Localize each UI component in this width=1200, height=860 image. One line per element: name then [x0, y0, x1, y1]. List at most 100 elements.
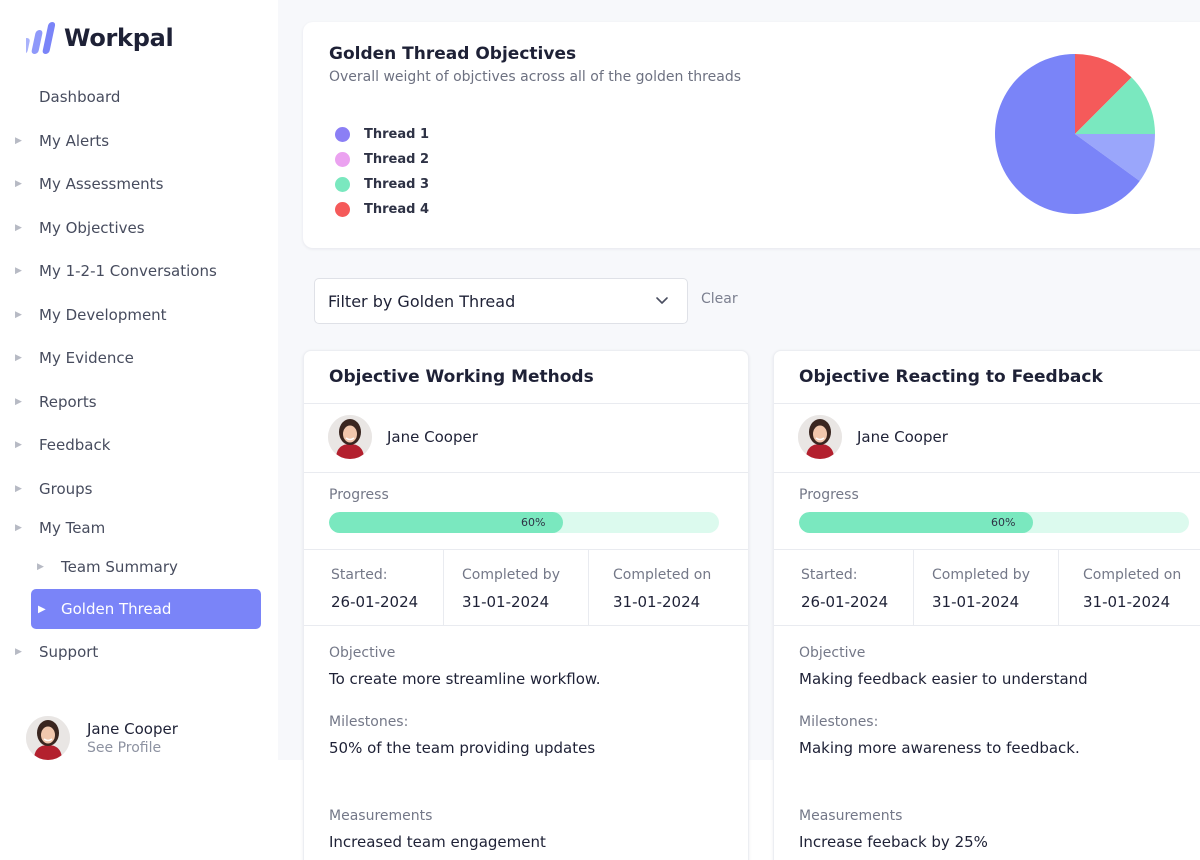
- caret-right-icon: ▶: [15, 484, 22, 494]
- completed-by-value: 31-01-2024: [932, 593, 1020, 611]
- golden-thread-filter-select[interactable]: Filter by Golden Thread: [314, 278, 688, 324]
- legend-item: Thread 4: [335, 197, 429, 222]
- legend-item: Thread 2: [335, 147, 429, 172]
- caret-right-icon: ▶: [15, 223, 22, 233]
- started-value: 26-01-2024: [801, 593, 889, 611]
- caret-right-icon: ▶: [15, 310, 22, 320]
- sidebar-item-label: My Objectives: [39, 219, 145, 237]
- measurements-label: Measurements: [329, 808, 433, 824]
- milestones-value: 50% of the team providing updates: [329, 739, 596, 757]
- started-label: Started:: [331, 567, 388, 583]
- caret-right-icon: ▶: [15, 266, 22, 276]
- sidebar-item-my-development[interactable]: ▶ My Development: [0, 300, 278, 330]
- progress-bar: 60%: [799, 512, 1189, 533]
- objective-dates: Started: 26-01-2024 Completed by 31-01-2…: [304, 550, 748, 626]
- avatar: [26, 716, 70, 760]
- legend-item: Thread 3: [335, 172, 429, 197]
- chart-legend: Thread 1 Thread 2 Thread 3 Thread 4: [335, 122, 429, 222]
- caret-right-icon: ▶: [15, 440, 22, 450]
- legend-label: Thread 4: [364, 202, 429, 217]
- milestones-label: Milestones:: [329, 714, 409, 730]
- app-logo[interactable]: Workpal: [26, 21, 174, 55]
- completed-on-value: 31-01-2024: [1083, 593, 1171, 611]
- milestones-value: Making more awareness to feedback.: [799, 739, 1080, 757]
- sidebar-item-label: My Evidence: [39, 349, 134, 367]
- caret-right-icon: ▶: [15, 647, 22, 657]
- sidebar-item-groups[interactable]: ▶ Groups: [0, 474, 278, 504]
- sidebar-item-label: Groups: [39, 480, 93, 498]
- sidebar-item-label: My Team: [39, 519, 106, 537]
- measurements-value: Increase feeback by 25%: [799, 833, 988, 851]
- divider: [304, 472, 748, 473]
- objective-dates: Started: 26-01-2024 Completed by 31-01-2…: [774, 550, 1200, 626]
- measurements-value: Increased team engagement: [329, 833, 546, 851]
- sidebar-item-label: Golden Thread: [61, 600, 172, 618]
- sidebar-item-support[interactable]: ▶ Support: [0, 637, 278, 667]
- progress-percent: 60%: [991, 516, 1016, 529]
- objective-label: Objective: [329, 645, 396, 661]
- sidebar-item-label: My Alerts: [39, 132, 110, 150]
- sidebar-item-label: My 1-2-1 Conversations: [39, 262, 217, 280]
- completed-on-label: Completed on: [613, 567, 712, 583]
- sidebar-item-label: Feedback: [39, 436, 111, 454]
- milestones-label: Milestones:: [799, 714, 879, 730]
- profile-name: Jane Cooper: [87, 720, 178, 738]
- objective-title: Objective Reacting to Feedback: [799, 367, 1103, 387]
- objective-card[interactable]: Objective Reacting to Feedback Jane Coop…: [773, 350, 1200, 860]
- legend-label: Thread 2: [364, 152, 429, 167]
- sidebar-item-my-evidence[interactable]: ▶ My Evidence: [0, 343, 278, 373]
- sidebar-item-label: Reports: [39, 393, 97, 411]
- owner-name: Jane Cooper: [857, 428, 948, 446]
- divider: [1058, 550, 1059, 626]
- legend-dot: [335, 177, 350, 192]
- started-value: 26-01-2024: [331, 593, 419, 611]
- sidebar-item-golden-thread[interactable]: ▶ Golden Thread: [31, 589, 261, 629]
- measurements-label: Measurements: [799, 808, 903, 824]
- logo-bars-icon: [26, 22, 56, 54]
- completed-by-label: Completed by: [462, 567, 560, 583]
- sidebar-item-reports[interactable]: ▶ Reports: [0, 387, 278, 417]
- caret-right-icon: ▶: [15, 523, 22, 533]
- sidebar-item-dashboard[interactable]: Dashboard: [0, 82, 278, 112]
- objective-card[interactable]: Objective Working Methods Jane Cooper Pr…: [303, 350, 749, 860]
- sidebar-item-label: Dashboard: [39, 88, 121, 106]
- sidebar-item-team-summary[interactable]: ▶ Team Summary: [0, 552, 278, 582]
- objective-owner: Jane Cooper: [798, 415, 948, 459]
- user-photo-icon: [26, 716, 70, 760]
- sidebar-item-label: My Assessments: [39, 175, 164, 193]
- progress-bar: 60%: [329, 512, 719, 533]
- divider: [774, 403, 1200, 404]
- golden-thread-overview-card: Golden Thread Objectives Overall weight …: [303, 22, 1200, 248]
- progress-percent: 60%: [521, 516, 546, 529]
- caret-right-icon: ▶: [15, 179, 22, 189]
- caret-right-icon: ▶: [15, 136, 22, 146]
- sidebar-item-my-assessments[interactable]: ▶ My Assessments: [0, 169, 278, 199]
- clear-filter-button[interactable]: Clear: [701, 291, 738, 307]
- user-profile[interactable]: Jane Cooper See Profile: [26, 716, 178, 760]
- objective-label: Objective: [799, 645, 866, 661]
- divider: [304, 403, 748, 404]
- filter-label: Filter by Golden Thread: [328, 291, 516, 311]
- sidebar-item-label: Support: [39, 643, 99, 661]
- caret-right-icon: ▶: [38, 603, 46, 615]
- divider: [774, 472, 1200, 473]
- completed-by-label: Completed by: [932, 567, 1030, 583]
- objective-title: Objective Working Methods: [329, 367, 594, 387]
- divider: [774, 625, 1200, 626]
- divider: [304, 625, 748, 626]
- legend-label: Thread 1: [364, 127, 429, 142]
- sidebar-item-label: My Development: [39, 306, 167, 324]
- legend-dot: [335, 127, 350, 142]
- sidebar-item-conversations[interactable]: ▶ My 1-2-1 Conversations: [0, 256, 278, 286]
- completed-on-value: 31-01-2024: [613, 593, 701, 611]
- caret-right-icon: ▶: [15, 397, 22, 407]
- user-photo-icon: [798, 415, 842, 459]
- caret-right-icon: ▶: [37, 562, 44, 572]
- see-profile-link[interactable]: See Profile: [87, 740, 178, 756]
- sidebar-item-my-objectives[interactable]: ▶ My Objectives: [0, 213, 278, 243]
- sidebar-item-my-alerts[interactable]: ▶ My Alerts: [0, 126, 278, 156]
- sidebar-item-my-team[interactable]: ▶ My Team: [0, 513, 278, 543]
- legend-dot: [335, 202, 350, 217]
- sidebar-item-feedback[interactable]: ▶ Feedback: [0, 430, 278, 460]
- divider: [913, 550, 914, 626]
